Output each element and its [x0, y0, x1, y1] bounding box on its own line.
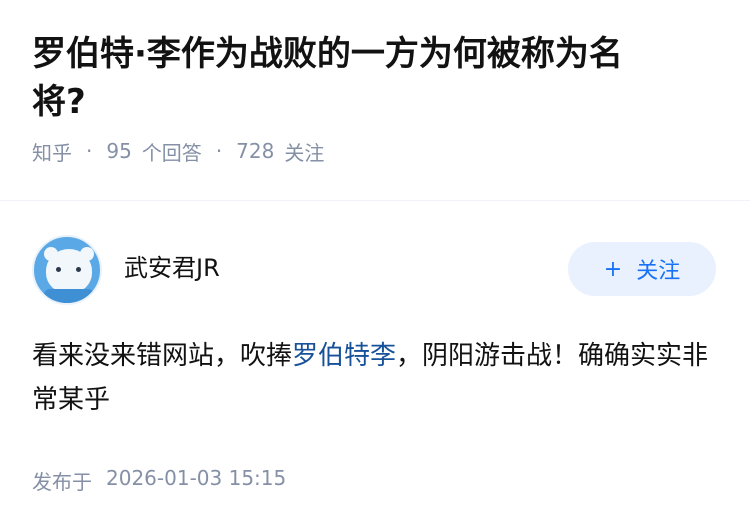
avatar-face: [46, 249, 92, 293]
question-title[interactable]: 罗伯特·李作为战败的一方为何被称为名将?: [32, 30, 672, 126]
avatar-eye: [76, 267, 81, 272]
answer-count-label: 个回答: [141, 140, 202, 165]
avatar[interactable]: [32, 235, 102, 305]
publish-info: 发布于 2026-01-03 15:15: [32, 466, 286, 495]
avatar-eye: [56, 267, 61, 272]
plus-icon: +: [603, 256, 623, 282]
avatar-band: [44, 289, 94, 303]
follow-button-label: 关注: [636, 259, 681, 284]
separator-dot: ·: [86, 139, 93, 163]
follow-count-label: 关注: [284, 140, 325, 165]
author-row: 武安君JR + 关注: [32, 234, 718, 306]
publish-time: 2026-01-03 15:15: [106, 466, 287, 490]
answer-count: 95: [106, 139, 132, 163]
follow-count: 728: [236, 139, 275, 163]
publish-label: 发布于: [32, 470, 92, 494]
answer-content: 看来没来错网站，吹捧罗伯特李，阴阳游击战！确确实实非常某乎: [32, 334, 712, 422]
answer-card: 武安君JR + 关注 看来没来错网站，吹捧罗伯特李，阴阳游击战！确确实实非常某乎: [32, 234, 718, 422]
separator-dot: ·: [215, 139, 223, 163]
author-name[interactable]: 武安君JR: [124, 248, 220, 283]
answer-text-before: 看来没来错网站，吹捧: [32, 341, 293, 371]
answer-link[interactable]: 罗伯特李: [292, 341, 396, 371]
follow-button[interactable]: + 关注: [568, 242, 716, 296]
source-label[interactable]: 知乎: [32, 137, 72, 166]
question-meta: 知乎 · 95 个回答 · 728 关注: [32, 136, 718, 166]
divider: [0, 200, 750, 201]
question-header: 罗伯特·李作为战败的一方为何被称为名将? 知乎 · 95 个回答 · 728 关…: [0, 0, 750, 166]
